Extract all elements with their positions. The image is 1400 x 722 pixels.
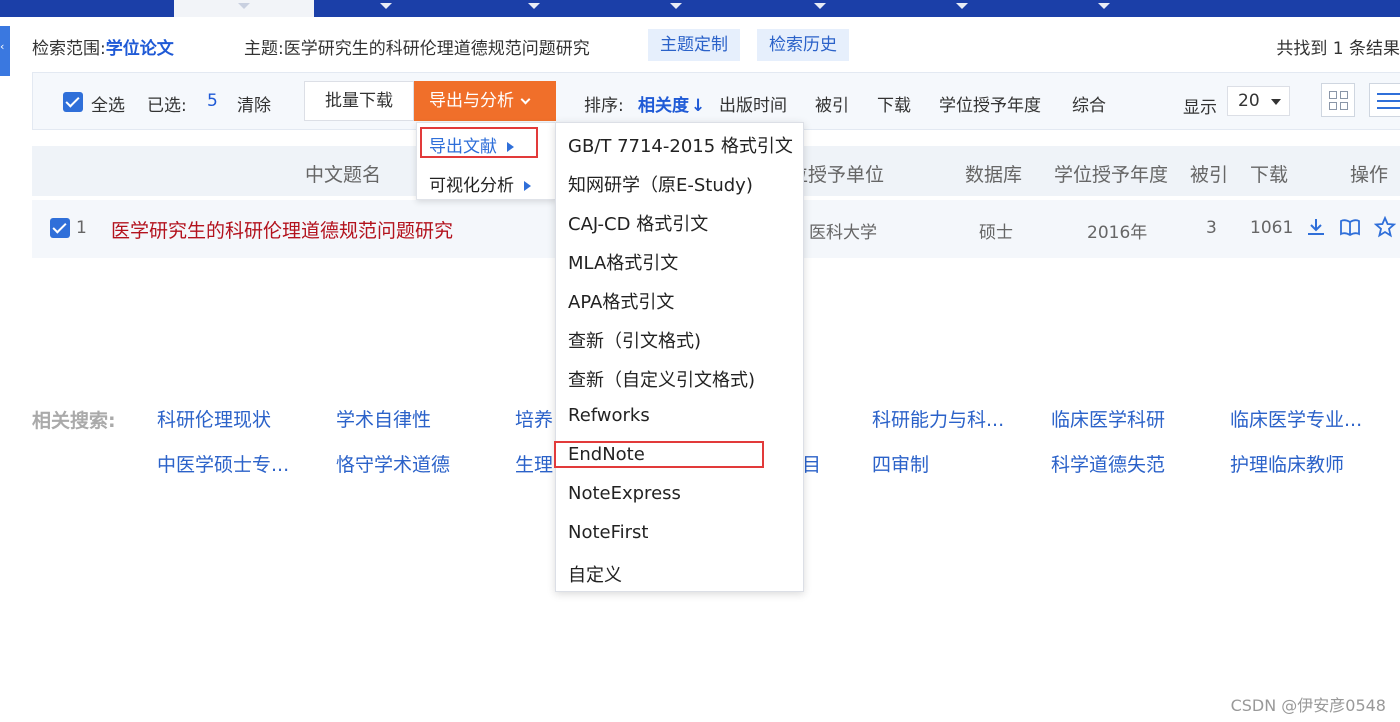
row-index: 1 (76, 218, 87, 238)
topic-value: 医学研究生的科研伦理道德规范问题研究 (283, 39, 590, 59)
scope-value[interactable]: 学位论文 (106, 39, 174, 59)
related-link[interactable]: 科研能力与科... (872, 405, 1004, 432)
menu-item-refworks[interactable]: Refworks (568, 405, 650, 426)
export-analyze-label: 导出与分析 (429, 91, 514, 111)
chevron-left-icon: ‹ (0, 40, 5, 53)
caret-right-icon (524, 181, 531, 191)
search-scope: 检索范围:学位论文 (32, 34, 174, 59)
caret-down-icon (1271, 99, 1281, 105)
chevron-down-icon[interactable] (956, 3, 968, 9)
sort-cited[interactable]: 被引 (815, 91, 849, 116)
chevron-down-icon (238, 3, 250, 9)
menu-item-novelty-custom[interactable]: 查新（自定义引文格式) (568, 366, 755, 392)
header-cited: 被引 (1190, 164, 1229, 186)
related-link[interactable]: 临床医学科研 (1051, 405, 1165, 432)
sort-comprehensive[interactable]: 综合 (1072, 91, 1106, 116)
export-analyze-button[interactable]: 导出与分析 (414, 81, 556, 121)
related-link[interactable]: 生理 (515, 450, 553, 477)
highlight-box (420, 127, 538, 158)
topic-label: 主题: (244, 39, 284, 59)
header-title: 中文题名 (305, 164, 382, 186)
row-database: 硕士 (979, 223, 1013, 243)
select-all-label[interactable]: 全选 (91, 91, 125, 116)
display-label: 显示 (1183, 98, 1217, 118)
related-link[interactable]: 护理临床教师 (1230, 450, 1344, 477)
menu-item-gbt7714[interactable]: GB/T 7714-2015 格式引文 (568, 132, 793, 158)
row-title-link[interactable]: 医学研究生的科研伦理道德规范问题研究 (111, 216, 453, 243)
related-search-label: 相关搜索: (32, 410, 116, 432)
row-checkbox[interactable] (50, 218, 70, 238)
search-history-button[interactable]: 检索历史 (757, 29, 849, 61)
sort-relevance[interactable]: 相关度 ↓ (638, 91, 705, 116)
related-link[interactable]: 科研伦理现状 (157, 405, 271, 432)
page-size-select[interactable]: 20 (1227, 86, 1290, 116)
grid-view-button[interactable] (1321, 83, 1355, 117)
row-unit-text: 医科大学 (809, 223, 877, 243)
header-actions: 操作 (1350, 164, 1389, 186)
row-downloads: 1061 (1250, 218, 1294, 238)
chevron-down-icon[interactable] (814, 3, 826, 9)
sort-relevance-label: 相关度 (638, 96, 689, 116)
row-cited: 3 (1206, 218, 1217, 238)
sort-degree-year[interactable]: 学位授予年度 (939, 91, 1041, 116)
menu-item-notefirst[interactable]: NoteFirst (568, 522, 649, 543)
header-year: 学位授予年度 (1054, 164, 1169, 186)
chevron-down-icon[interactable] (670, 3, 682, 9)
menu-item-mla[interactable]: MLA格式引文 (568, 249, 678, 275)
selected-count: 5 (207, 91, 218, 111)
menu-item-noteexpress[interactable]: NoteExpress (568, 483, 681, 504)
chevron-down-icon[interactable] (528, 3, 540, 9)
top-nav-strip (0, 0, 1400, 17)
favorite-star-icon[interactable] (1374, 216, 1396, 238)
related-link[interactable]: 目 (802, 450, 821, 477)
chevron-down-icon (520, 94, 531, 105)
result-count: 共找到 1 条结果 (1276, 39, 1400, 59)
related-link[interactable]: 恪守学术道德 (336, 450, 450, 477)
selected-label: 已选: (147, 96, 187, 116)
related-link[interactable]: 科学道德失范 (1051, 450, 1165, 477)
row-year: 2016年 (1087, 223, 1148, 243)
download-icon[interactable] (1305, 216, 1327, 238)
nav-tabs (314, 0, 1400, 17)
grid-icon (1329, 91, 1349, 111)
sort-downloads[interactable]: 下载 (877, 91, 911, 116)
arrow-down-icon: ↓ (691, 96, 706, 116)
sort-label: 排序: (584, 96, 624, 116)
select-all-checkbox[interactable] (63, 92, 83, 112)
sort-publish-time[interactable]: 出版时间 (719, 91, 787, 116)
related-link[interactable]: 学术自律性 (336, 405, 431, 432)
collapse-sidebar-button[interactable]: ‹ (0, 26, 10, 76)
related-link[interactable]: 中医学硕士专... (157, 450, 289, 477)
watermark: CSDN @伊安彦0548 (1230, 696, 1386, 715)
topic-custom-button[interactable]: 主题定制 (648, 29, 740, 61)
menu-item-estudy[interactable]: 知网研学（原E-Study) (568, 171, 753, 197)
menu-item-novelty-citation[interactable]: 查新（引文格式) (568, 327, 701, 353)
read-online-icon[interactable] (1339, 216, 1361, 238)
menu-item-label: 可视化分析 (429, 176, 514, 196)
header-database: 数据库 (965, 164, 1023, 186)
nav-tab-active[interactable] (174, 0, 314, 17)
batch-download-button[interactable]: 批量下载 (304, 81, 414, 121)
page-size-value: 20 (1238, 91, 1260, 111)
list-view-button[interactable] (1369, 83, 1400, 117)
related-link[interactable]: 临床医学专业... (1230, 405, 1362, 432)
chevron-down-icon[interactable] (380, 3, 392, 9)
related-link[interactable]: 培养 (515, 405, 553, 432)
menu-item-visual-analysis[interactable]: 可视化分析 (429, 171, 531, 196)
chevron-down-icon[interactable] (1098, 3, 1110, 9)
menu-item-apa[interactable]: APA格式引文 (568, 288, 674, 314)
clear-button[interactable]: 清除 (237, 91, 271, 116)
menu-item-custom[interactable]: 自定义 (568, 561, 622, 587)
citation-format-menu: GB/T 7714-2015 格式引文 知网研学（原E-Study) CAJ-C… (555, 122, 804, 592)
menu-item-cajcd[interactable]: CAJ-CD 格式引文 (568, 210, 708, 236)
scope-label: 检索范围: (32, 39, 106, 59)
header-downloads: 下载 (1250, 164, 1289, 186)
related-link[interactable]: 四审制 (872, 450, 929, 477)
highlight-box (554, 441, 764, 468)
search-topic: 主题:医学研究生的科研伦理道德规范问题研究 (244, 34, 590, 59)
